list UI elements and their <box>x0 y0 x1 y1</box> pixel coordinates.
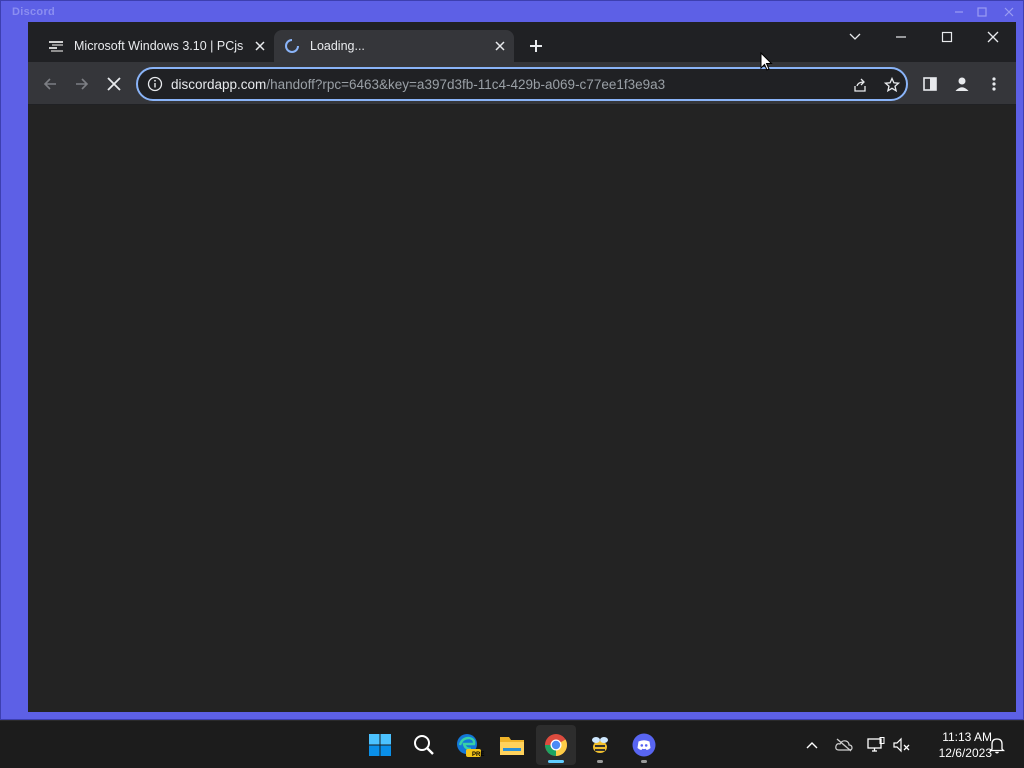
show-hidden-icons-button[interactable] <box>802 735 822 755</box>
discord-title: Discord <box>12 6 56 18</box>
bell-icon <box>989 738 1005 754</box>
clock-time: 11:13 AM <box>942 730 992 744</box>
volume-button[interactable] <box>892 735 912 755</box>
close-icon <box>1004 7 1014 17</box>
bee-app-button[interactable] <box>580 725 620 765</box>
plus-icon <box>530 40 542 52</box>
side-panel-icon <box>923 77 937 91</box>
tab-loading[interactable]: Loading... <box>274 30 514 62</box>
page-content[interactable] <box>28 105 1016 712</box>
discord-titlebar: Discord <box>1 1 1024 23</box>
file-explorer-icon <box>500 737 524 755</box>
bee-app-icon <box>592 737 608 753</box>
tab-title: Microsoft Windows 3.10 | PCjs M <box>74 39 246 53</box>
onedrive-button[interactable] <box>834 735 854 755</box>
profile-button[interactable] <box>948 70 976 98</box>
chevron-up-icon <box>806 742 818 749</box>
chrome-button[interactable] <box>536 725 576 765</box>
running-indicator <box>641 760 647 763</box>
chrome-icon <box>545 734 567 756</box>
minimize-icon <box>896 36 906 38</box>
tab-close-button[interactable] <box>252 38 268 54</box>
tab-strip: Microsoft Windows 3.10 | PCjs M Loading.… <box>28 22 1016 62</box>
edge-preview-button[interactable]: PRE <box>448 725 488 765</box>
cloud-off-icon <box>835 738 853 752</box>
arrow-left-icon <box>43 78 56 90</box>
tab-title: Loading... <box>310 39 365 53</box>
close-icon <box>495 41 505 51</box>
url-host: discordapp.com <box>171 77 267 92</box>
url-path: /handoff?rpc=6463&key=a397d3fb-11c4-429b… <box>266 77 666 92</box>
system-clock[interactable]: 11:13 AM 12/6/2023 <box>918 729 992 761</box>
discord-icon <box>632 733 656 757</box>
new-tab-button[interactable] <box>526 36 546 56</box>
info-icon[interactable] <box>147 76 163 92</box>
stop-icon <box>107 77 121 91</box>
search-icon <box>414 735 434 755</box>
star-icon <box>884 77 900 93</box>
volume-muted-icon <box>893 737 910 753</box>
back-button[interactable] <box>36 70 64 98</box>
discord-minimize-button[interactable] <box>951 4 967 20</box>
start-button[interactable] <box>360 725 400 765</box>
pcjs-favicon <box>49 41 63 52</box>
maximize-icon <box>977 7 987 17</box>
network-icon <box>867 737 885 752</box>
file-explorer-button[interactable] <box>492 725 532 765</box>
minimize-icon <box>955 11 963 13</box>
browser-toolbar: discordapp.com/handoff?rpc=6463&key=a397… <box>28 62 1016 104</box>
network-button[interactable] <box>866 735 886 755</box>
clock-date: 12/6/2023 <box>938 746 992 760</box>
tab-pcjs[interactable]: Microsoft Windows 3.10 | PCjs M <box>38 30 274 62</box>
window-close-button[interactable] <box>970 24 1016 50</box>
discord-close-button[interactable] <box>1001 4 1017 20</box>
url-text: discordapp.com/handoff?rpc=6463&key=a397… <box>171 77 665 92</box>
discord-maximize-button[interactable] <box>974 4 990 20</box>
running-indicator <box>597 760 603 763</box>
share-icon <box>854 78 866 92</box>
bookmark-star-button[interactable] <box>882 75 902 95</box>
menu-button[interactable] <box>980 70 1008 98</box>
forward-button[interactable] <box>68 70 96 98</box>
active-indicator <box>548 760 564 763</box>
maximize-icon <box>941 31 953 43</box>
close-icon <box>987 31 999 43</box>
edge-badge: PRE <box>472 752 485 758</box>
search-button[interactable] <box>404 725 444 765</box>
discord-button[interactable] <box>624 725 664 765</box>
share-button[interactable] <box>850 75 870 95</box>
window-minimize-button[interactable] <box>878 24 924 50</box>
stop-loading-button[interactable] <box>100 70 128 98</box>
side-panel-button[interactable] <box>916 70 944 98</box>
chevron-down-icon <box>849 33 861 40</box>
tab-close-button[interactable] <box>492 38 508 54</box>
browser-window: Microsoft Windows 3.10 | PCjs M Loading.… <box>28 22 1016 712</box>
mouse-cursor-icon <box>760 52 773 71</box>
more-vertical-icon <box>992 77 996 91</box>
taskbar: PRE 11:13 AM 12/6/2023 <box>0 720 1024 768</box>
close-icon <box>255 41 265 51</box>
address-bar[interactable]: discordapp.com/handoff?rpc=6463&key=a397… <box>136 67 908 101</box>
loading-spinner-icon <box>285 39 299 53</box>
profile-icon <box>955 77 969 91</box>
arrow-right-icon <box>76 78 89 90</box>
tab-search-button[interactable] <box>832 24 878 50</box>
window-maximize-button[interactable] <box>924 24 970 50</box>
notifications-button[interactable] <box>987 735 1007 755</box>
start-icon <box>369 734 391 756</box>
